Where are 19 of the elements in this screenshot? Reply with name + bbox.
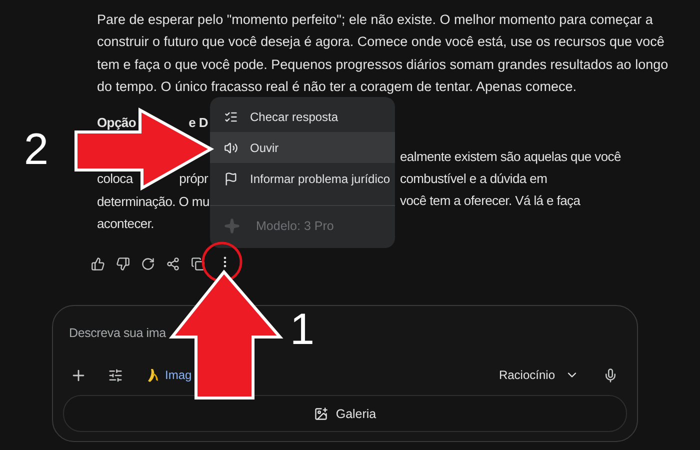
step-number: 2	[24, 128, 48, 172]
response-text: coloca	[97, 171, 133, 186]
menu-item[interactable]: Ouvir	[210, 132, 395, 163]
step-number: 1	[290, 308, 314, 352]
image-tool-label[interactable]: Imag	[165, 368, 192, 382]
section-heading: Opção	[97, 114, 136, 130]
response-text: combustível e a dúvida em	[400, 170, 548, 186]
gallery-button[interactable]: Galeria	[63, 395, 627, 432]
response-text: determinação. O mu	[97, 194, 210, 209]
mode-selector[interactable]: Raciocínio	[498, 368, 579, 382]
response-text: acontecer.	[97, 216, 154, 232]
menu-item[interactable]: Informar problema jurídico	[210, 163, 395, 194]
response-text: ealmente existem são aquelas que você	[400, 148, 621, 164]
model-label: Modelo: 3 Pro	[256, 219, 334, 233]
response-text: você tem a oferecer. Vá lá e faça	[400, 193, 580, 208]
section-heading: e D	[188, 114, 208, 130]
response-paragraph: Pare de esperar pelo "momento perfeito"; ele não existe. O melhor momento para começar a construir o futuro que você deseja é agora. Comece onde você está, use os recursos que você tem e faça o que você pode. Pequenos progressos diários somam grandes resultados ao longo do tempo. O único fracasso real é não ter a coragem de tentar. Apenas comece.	[97, 11, 670, 96]
menu-item[interactable]: Checar resposta	[210, 101, 395, 132]
response-text: própr	[179, 171, 208, 186]
